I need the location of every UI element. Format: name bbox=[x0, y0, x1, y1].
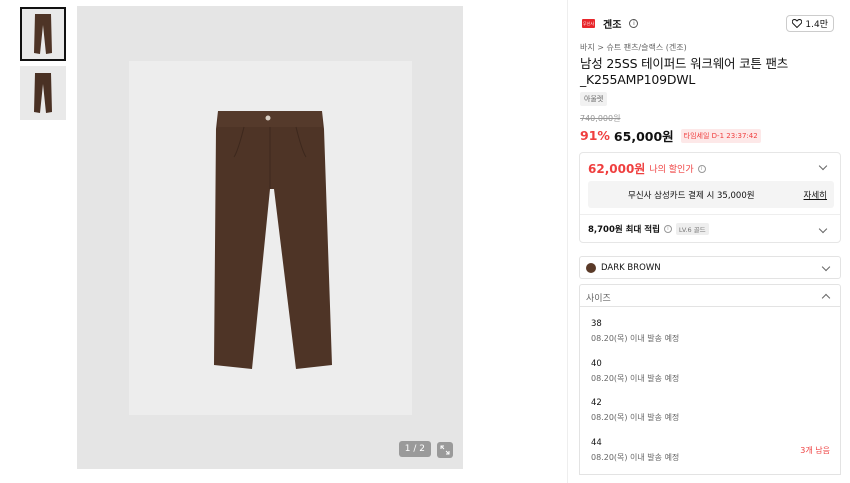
size-option[interactable]: 42 08.20(목) 이내 발송 예정 bbox=[580, 392, 840, 432]
info-icon[interactable]: i bbox=[663, 225, 672, 233]
color-select[interactable]: DARK BROWN bbox=[579, 256, 841, 279]
like-count: 1.4만 bbox=[805, 20, 828, 30]
color-value: DARK BROWN bbox=[601, 263, 661, 273]
chevron-down-icon[interactable] bbox=[818, 161, 828, 171]
discount-rate: 91% bbox=[580, 128, 610, 143]
pants-thumbnail-icon bbox=[34, 14, 52, 54]
brand-logo[interactable]: 무신사 bbox=[582, 19, 595, 28]
size-number: 38 bbox=[591, 319, 602, 329]
size-placeholder: 사이즈 bbox=[586, 294, 611, 304]
size-option[interactable]: 40 08.20(목) 이내 발송 예정 bbox=[580, 353, 840, 393]
chevron-down-icon[interactable] bbox=[818, 224, 828, 234]
chevron-up-icon bbox=[821, 293, 831, 303]
price-row: 91% 65,000원 타임세일 D-1 23:37:42 bbox=[580, 126, 761, 145]
size-option[interactable]: 44 08.20(목) 이내 발송 예정 3개 남음 bbox=[580, 432, 840, 472]
shipping-date: 08.20(목) 이내 발송 예정 bbox=[591, 453, 680, 462]
outlet-tag: 아울렛 bbox=[580, 92, 608, 106]
points-row[interactable]: 8,700원 최대 적립 i LV.6 골드 bbox=[588, 223, 709, 235]
size-option[interactable]: 38 08.20(목) 이내 발송 예정 bbox=[580, 313, 840, 353]
product-title: 남성 25SS 테이퍼드 워크웨어 코튼 팬츠_K255AMP109DWL bbox=[580, 56, 789, 87]
card-benefit-row: 무신사 삼성카드 결제 시 35,000원 자세히 bbox=[588, 181, 834, 208]
stock-left: 3개 남음 bbox=[800, 446, 830, 455]
points-text: 8,700원 최대 적립 bbox=[588, 225, 660, 235]
size-number: 42 bbox=[591, 398, 602, 408]
size-number: 44 bbox=[591, 438, 602, 448]
thumbnail-front[interactable] bbox=[20, 7, 66, 61]
brand-name[interactable]: 겐조 bbox=[603, 16, 621, 31]
card-detail-link[interactable]: 자세히 bbox=[804, 189, 827, 201]
size-number: 40 bbox=[591, 359, 602, 369]
info-icon[interactable]: i bbox=[629, 19, 639, 28]
shipping-date: 08.20(목) 이내 발송 예정 bbox=[591, 334, 680, 343]
shipping-date: 08.20(목) 이내 발송 예정 bbox=[591, 413, 680, 422]
pants-thumbnail-icon bbox=[34, 73, 52, 113]
size-select[interactable]: 사이즈 bbox=[579, 284, 841, 307]
original-price: 740,000원 bbox=[580, 114, 621, 123]
like-button[interactable]: 1.4만 bbox=[786, 15, 834, 32]
pants-image bbox=[213, 111, 332, 369]
shipping-date: 08.20(목) 이내 발송 예정 bbox=[591, 374, 680, 383]
color-swatch bbox=[586, 263, 596, 273]
thumbnail-back[interactable] bbox=[20, 66, 66, 120]
my-discount-box: 62,000원 나의 할인가 i 무신사 삼성카드 결제 시 35,000원 자… bbox=[579, 152, 841, 243]
size-option-list: 38 08.20(목) 이내 발송 예정 40 08.20(목) 이내 발송 예… bbox=[579, 307, 841, 475]
expand-icon[interactable] bbox=[437, 442, 453, 458]
divider bbox=[580, 214, 840, 215]
brand-row: 무신사 겐조 i bbox=[582, 16, 639, 31]
product-image-viewer[interactable]: 1 / 2 bbox=[77, 6, 463, 469]
level-badge: LV.6 골드 bbox=[675, 223, 709, 235]
sale-price: 65,000원 bbox=[613, 129, 674, 144]
product-info-panel: 무신사 겐조 i 1.4만 바지 > 슈트 팬츠/슬랙스 (겐조) 남성 25S… bbox=[567, 0, 850, 483]
my-discount-price: 62,000원 bbox=[588, 162, 646, 176]
heart-icon bbox=[792, 19, 803, 28]
card-benefit-text: 무신사 삼성카드 결제 시 35,000원 bbox=[628, 191, 755, 201]
image-pager: 1 / 2 bbox=[398, 441, 431, 457]
chevron-down-icon bbox=[821, 262, 831, 272]
breadcrumb[interactable]: 바지 > 슈트 팬츠/슬랙스 (겐조) bbox=[580, 42, 687, 53]
my-discount-label: 나의 할인가 bbox=[649, 165, 694, 175]
info-icon[interactable]: i bbox=[697, 164, 706, 173]
time-sale-badge: 타임세일 D-1 23:37:42 bbox=[680, 128, 761, 143]
product-photo bbox=[129, 61, 412, 415]
my-discount-row[interactable]: 62,000원 나의 할인가 i bbox=[588, 160, 706, 177]
